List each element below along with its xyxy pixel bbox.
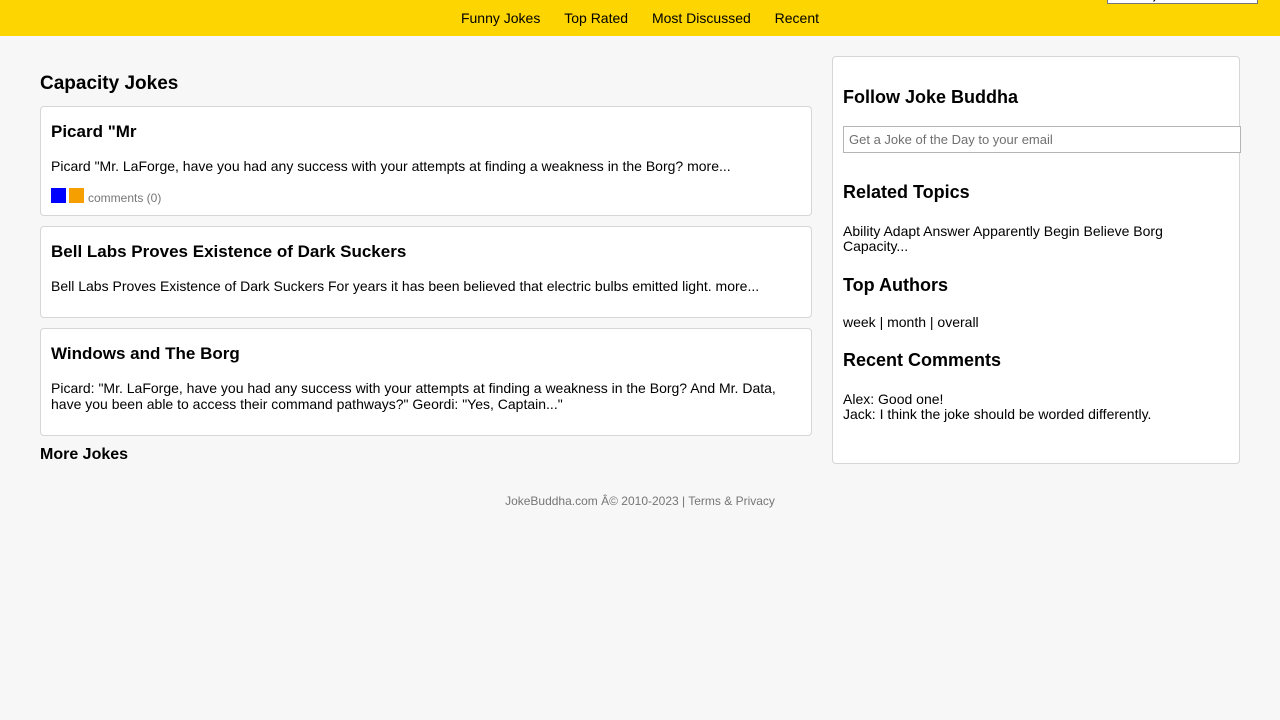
recent-comments-title: Recent Comments	[843, 350, 1002, 370]
joke-body: Bell Labs Proves Existence of Dark Sucke…	[51, 278, 760, 294]
recent-comment: Alex: Good one!	[843, 391, 944, 407]
joke-title[interactable]: Bell Labs Proves Existence of Dark Sucke…	[51, 242, 406, 262]
top-authors-periods[interactable]: week | month | overall	[843, 315, 1193, 330]
joke-body: Picard "Mr. LaForge, have you had any su…	[51, 158, 731, 174]
search-input[interactable]	[1107, 0, 1258, 4]
share-orange-icon[interactable]	[69, 188, 84, 203]
joke-body: Picard: "Mr. LaForge, have you had any s…	[51, 380, 776, 412]
recent-comment: Jack: I think the joke should be worded …	[843, 406, 1152, 422]
nav-top-rated[interactable]: Top Rated	[564, 10, 628, 26]
joke-card: Bell Labs Proves Existence of Dark Sucke…	[40, 226, 812, 318]
sidebar: Follow Joke Buddha Related Topics Abilit…	[832, 56, 1241, 464]
joke-meta: comments (0)	[51, 187, 161, 204]
nav-most-discussed[interactable]: Most Discussed	[652, 10, 751, 26]
nav-recent[interactable]: Recent	[775, 10, 819, 26]
comments-link[interactable]: comments (0)	[88, 192, 161, 204]
joke-title[interactable]: Windows and The Borg	[51, 344, 240, 364]
nav-funny-jokes[interactable]: Funny Jokes	[461, 10, 540, 26]
top-authors-title: Top Authors	[843, 275, 948, 295]
related-topics-list[interactable]: Ability Adapt Answer Apparently Begin Be…	[843, 224, 1193, 254]
email-field[interactable]	[843, 126, 1241, 153]
footer: JokeBuddha.com Â© 2010-2023 | Terms & Pr…	[505, 494, 775, 508]
share-blue-icon[interactable]	[51, 188, 66, 203]
page-title: Capacity Jokes	[40, 73, 179, 94]
follow-title: Follow Joke Buddha	[843, 87, 1019, 107]
related-topics-title: Related Topics	[843, 182, 970, 202]
joke-title[interactable]: Picard "Mr	[51, 122, 137, 142]
top-bar: Funny Jokes Top Rated Most Discussed Rec…	[0, 0, 1280, 36]
more-jokes-link[interactable]: More Jokes	[40, 446, 128, 464]
main-nav: Funny Jokes Top Rated Most Discussed Rec…	[0, 10, 1280, 26]
joke-card: Picard "Mr Picard "Mr. LaForge, have you…	[40, 106, 812, 216]
joke-card: Windows and The Borg Picard: "Mr. LaForg…	[40, 328, 812, 436]
